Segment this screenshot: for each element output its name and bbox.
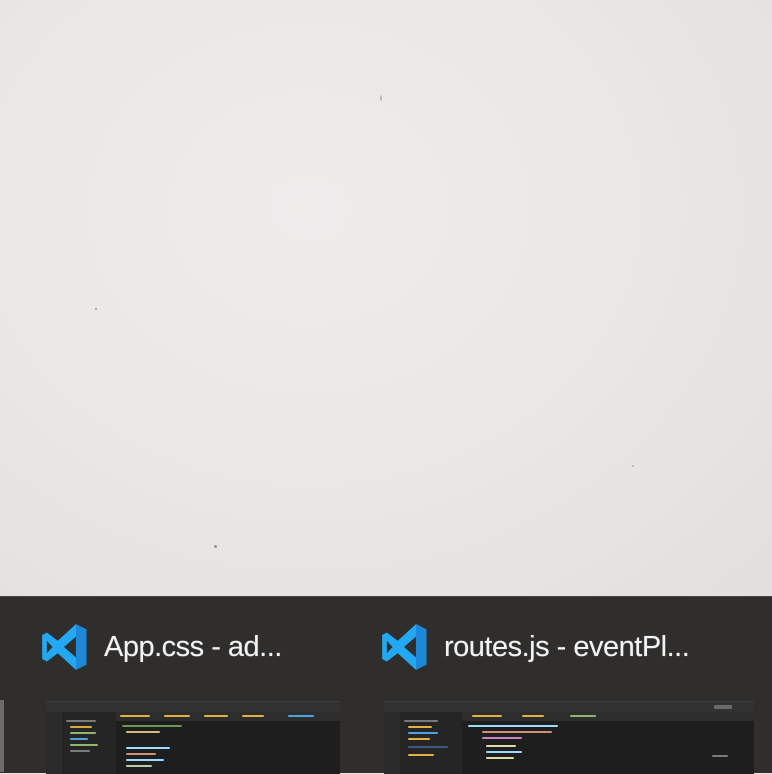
preview-activity-bar [46, 712, 62, 774]
preview-code-line [126, 753, 156, 755]
preview-code-line [126, 765, 152, 767]
preview-text-line [408, 726, 432, 728]
window-preview-thumbnail[interactable] [46, 701, 340, 774]
preview-tabs [462, 712, 754, 721]
preview-text-line [408, 738, 430, 740]
adjacent-preview-edge [0, 700, 4, 772]
preview-text-line [70, 744, 98, 746]
taskbar-window-previews: App.css - ad... routes.js - eventPl... [0, 596, 772, 774]
screen-speck [380, 95, 382, 101]
preview-tab [522, 715, 544, 717]
preview-titlebar [384, 702, 754, 712]
preview-text-line [404, 720, 438, 722]
preview-activity-bar [384, 712, 400, 774]
preview-code-line [126, 747, 170, 749]
preview-code-line [126, 731, 160, 733]
preview-code-line [486, 757, 514, 759]
preview-code-line [486, 751, 522, 753]
preview-tab [242, 715, 264, 717]
preview-code-line [122, 725, 182, 727]
preview-code-line [482, 737, 522, 739]
preview-text-line [70, 732, 96, 734]
window-preview-title: routes.js - eventPl... [444, 630, 690, 663]
vscode-icon [42, 624, 87, 670]
preview-titlebar [46, 702, 340, 712]
screen-speck [214, 545, 217, 548]
preview-code-line [486, 745, 516, 747]
preview-text-line [408, 754, 434, 756]
preview-text-line [408, 732, 438, 734]
preview-code-line [712, 755, 728, 757]
vscode-icon [382, 624, 427, 670]
preview-text-line [70, 750, 90, 752]
preview-text-line [70, 738, 88, 740]
preview-code-line [126, 759, 164, 761]
preview-text-line [70, 726, 92, 728]
screen-speck [632, 465, 634, 467]
window-preview-header: App.css - ad... [38, 619, 282, 675]
preview-tab [164, 715, 190, 717]
preview-tab [120, 715, 150, 717]
window-preview-app-css[interactable]: App.css - ad... [38, 597, 358, 774]
preview-explorer [62, 712, 116, 774]
preview-tabs [116, 712, 340, 721]
window-preview-title: App.css - ad... [104, 630, 282, 663]
preview-code-line [468, 725, 558, 727]
screen-speck [95, 308, 97, 310]
preview-text-line [408, 746, 448, 748]
window-preview-thumbnail[interactable] [384, 701, 754, 774]
preview-tab [472, 715, 502, 717]
preview-window-control [714, 705, 732, 709]
preview-tab [570, 715, 596, 717]
preview-tab [204, 715, 228, 717]
preview-editor [116, 721, 340, 774]
preview-tab [288, 715, 314, 717]
preview-code-line [482, 731, 552, 733]
preview-editor [462, 721, 754, 774]
preview-explorer [400, 712, 462, 774]
preview-text-line [66, 720, 96, 722]
desktop-background [0, 0, 772, 596]
window-preview-header: routes.js - eventPl... [378, 619, 690, 675]
window-preview-routes-js[interactable]: routes.js - eventPl... [378, 597, 772, 774]
